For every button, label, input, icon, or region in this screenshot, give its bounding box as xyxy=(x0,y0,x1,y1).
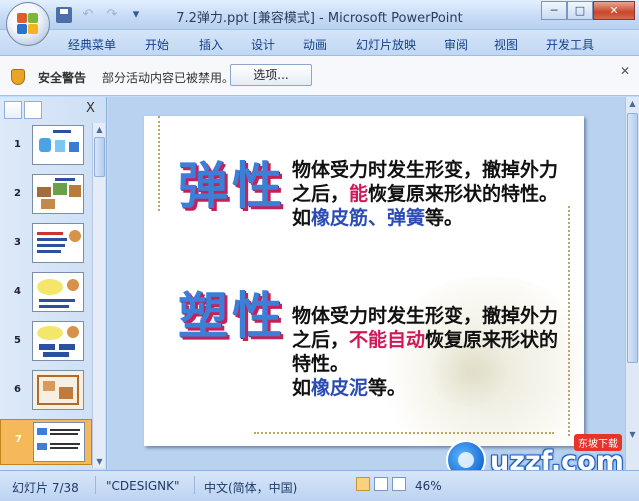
slide-number: 5 xyxy=(14,335,21,346)
thumbnail xyxy=(32,174,84,214)
title-bar: ↶ ↷ ▾ 7.2弹力.ppt [兼容模式] - Microsoft Power… xyxy=(0,0,639,30)
office-button[interactable] xyxy=(6,2,50,46)
tab-insert[interactable]: 插入 xyxy=(199,36,223,53)
slide-number: 2 xyxy=(14,188,21,199)
text-segment: 如 xyxy=(292,207,312,229)
maximize-button[interactable]: □ xyxy=(567,1,593,20)
slides-tab-icon[interactable] xyxy=(4,101,22,119)
scroll-up-icon[interactable]: ▲ xyxy=(94,124,105,135)
vine-decoration xyxy=(254,430,554,434)
thumbnail xyxy=(33,422,85,462)
separator xyxy=(194,476,195,494)
tab-design[interactable]: 设计 xyxy=(251,36,275,53)
text-segment: 如 xyxy=(292,377,312,399)
security-title: 安全警告 xyxy=(38,71,87,85)
ribbon-tabs: 经典菜单 开始 插入 设计 动画 幻灯片放映 审阅 视图 开发工具 xyxy=(0,30,639,56)
status-bar: 幻灯片 7/38 "CDESIGNK" 中文(简体，中国) 46% xyxy=(0,470,639,501)
current-slide[interactable]: 弹性 物体受力时发生形变，撤掉外力之后，能恢复原来形状的特性。 如橡皮筋、弹簧等… xyxy=(144,116,584,446)
window-controls: ─ □ ✕ xyxy=(541,1,635,20)
thumbnail xyxy=(32,223,84,263)
scroll-down-icon[interactable]: ▼ xyxy=(627,429,638,440)
slide-number: 3 xyxy=(14,237,21,248)
theme-name: "CDESIGNK" xyxy=(106,479,180,493)
slide-sorter-view-icon[interactable] xyxy=(374,477,388,491)
slide-number: 6 xyxy=(14,384,21,395)
language-status[interactable]: 中文(简体，中国) xyxy=(204,479,297,496)
elasticity-heading[interactable]: 弹性 xyxy=(178,146,286,218)
slide-thumb-2[interactable]: 2 xyxy=(0,174,92,220)
slide-editing-area: 弹性 物体受力时发生形变，撤掉外力之后，能恢复原来形状的特性。 如橡皮筋、弹簧等… xyxy=(108,97,639,470)
scroll-down-icon[interactable]: ▼ xyxy=(94,456,105,467)
minimize-button[interactable]: ─ xyxy=(541,1,567,20)
slides-panel: X 1 2 3 4 5 6 7 ▲ ▼ xyxy=(0,97,107,470)
slide-thumb-5[interactable]: 5 xyxy=(0,321,92,367)
security-message: 部分活动内容已被禁用。 xyxy=(102,71,235,85)
tab-developer[interactable]: 开发工具 xyxy=(546,36,594,53)
slide-counter: 幻灯片 7/38 xyxy=(12,481,79,495)
slide-thumb-7[interactable]: 7 xyxy=(0,419,92,465)
slideshow-view-icon[interactable] xyxy=(392,477,406,491)
thumbnail xyxy=(32,125,84,165)
text-segment: 恢复原来形状的特性。 xyxy=(368,183,559,205)
security-warning-bar: 安全警告 部分活动内容已被禁用。 选项... ✕ xyxy=(0,56,639,96)
close-button[interactable]: ✕ xyxy=(593,1,635,20)
scrollbar-thumb[interactable] xyxy=(627,113,638,363)
scrollbar-thumb[interactable] xyxy=(94,137,105,177)
close-panel-icon[interactable]: X xyxy=(86,101,95,116)
watermark-badge: 东坡下载 xyxy=(574,434,622,451)
zoom-level[interactable]: 46% xyxy=(415,479,442,493)
tab-home[interactable]: 开始 xyxy=(145,36,169,53)
plasticity-heading[interactable]: 塑性 xyxy=(178,276,286,348)
plasticity-text[interactable]: 物体受力时发生形变，撤掉外力之后，不能自动恢复原来形状的特性。 如橡皮泥等。 xyxy=(292,304,568,400)
slide-number: 1 xyxy=(14,139,21,150)
highlight-can: 能 xyxy=(349,183,369,205)
highlight-examples: 橡皮泥 xyxy=(311,377,369,399)
scroll-up-icon[interactable]: ▲ xyxy=(627,98,638,109)
slide-thumb-3[interactable]: 3 xyxy=(0,223,92,269)
options-button[interactable]: 选项... xyxy=(230,64,312,86)
tab-review[interactable]: 审阅 xyxy=(444,36,468,53)
thumbnail xyxy=(32,370,84,410)
thumbnail xyxy=(32,321,84,361)
vine-decoration xyxy=(158,116,164,211)
office-logo-icon xyxy=(17,13,39,35)
slide-number: 4 xyxy=(14,286,21,297)
slide-thumb-4[interactable]: 4 xyxy=(0,272,92,318)
shield-warning-icon xyxy=(11,69,25,85)
slide-thumb-1[interactable]: 1 xyxy=(0,125,92,171)
separator xyxy=(95,476,96,494)
text-segment: 等。 xyxy=(368,377,407,399)
slide-thumb-6[interactable]: 6 xyxy=(0,370,92,416)
main-scrollbar[interactable]: ▲ ▼ xyxy=(625,97,639,470)
text-segment: 等。 xyxy=(425,207,464,229)
normal-view-icon[interactable] xyxy=(356,477,370,491)
slides-panel-scrollbar[interactable]: ▲ ▼ xyxy=(92,123,105,468)
tab-classic-menu[interactable]: 经典菜单 xyxy=(68,36,116,53)
highlight-cannot: 不能自动 xyxy=(349,329,426,351)
tab-view[interactable]: 视图 xyxy=(494,36,518,53)
panel-tabs xyxy=(4,101,42,119)
tab-animation[interactable]: 动画 xyxy=(303,36,327,53)
thumbnail xyxy=(32,272,84,312)
close-security-bar-icon[interactable]: ✕ xyxy=(620,64,630,78)
outline-tab-icon[interactable] xyxy=(24,101,42,119)
tab-slideshow[interactable]: 幻灯片放映 xyxy=(356,36,416,53)
elasticity-text[interactable]: 物体受力时发生形变，撤掉外力之后，能恢复原来形状的特性。 如橡皮筋、弹簧等。 xyxy=(292,158,568,230)
slide-number: 7 xyxy=(15,434,22,445)
highlight-examples: 橡皮筋、弹簧 xyxy=(311,207,426,229)
